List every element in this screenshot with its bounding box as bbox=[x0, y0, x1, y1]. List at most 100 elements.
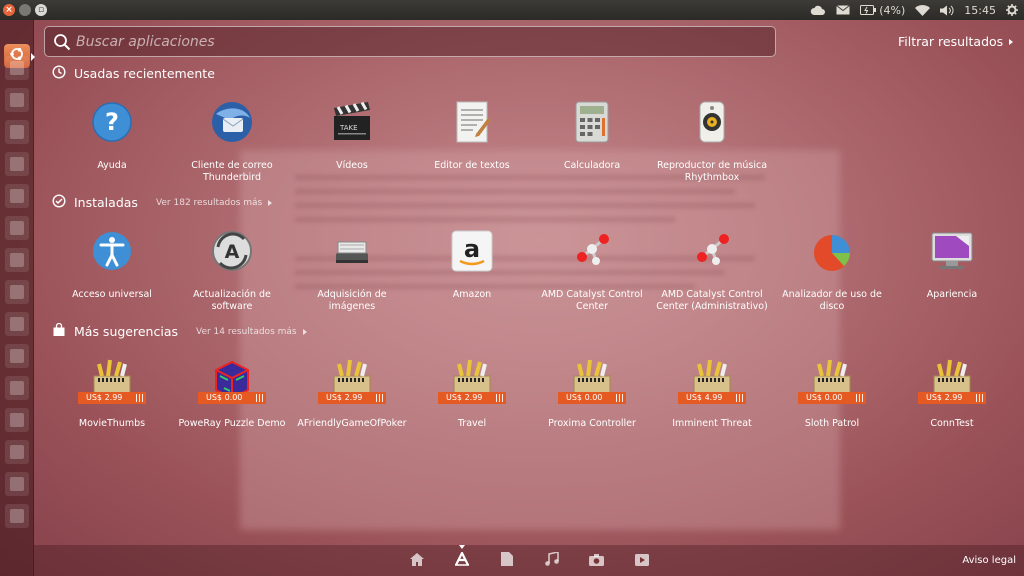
filter-results-label: Filtrar resultados bbox=[898, 34, 1004, 49]
volume-icon[interactable] bbox=[940, 5, 954, 16]
pie-chart-icon bbox=[808, 227, 856, 275]
lens-photos[interactable] bbox=[574, 545, 619, 576]
launcher-item[interactable] bbox=[5, 504, 29, 528]
clock-icon bbox=[52, 64, 66, 83]
package-icon: US$ 2.99 bbox=[78, 356, 146, 404]
app-label: Imminent Threat bbox=[672, 418, 752, 429]
app-label: Apariencia bbox=[926, 289, 978, 300]
rhythmbox-icon bbox=[688, 98, 736, 146]
package-icon: US$ 2.99 bbox=[438, 356, 506, 404]
home-icon bbox=[409, 551, 424, 570]
see-more-label: Ver 14 resultados más bbox=[196, 326, 297, 337]
lens-music[interactable] bbox=[529, 545, 574, 576]
app-tile[interactable]: Analizador de uso de disco bbox=[772, 227, 892, 313]
lens-home[interactable] bbox=[394, 545, 439, 576]
check-circle-icon bbox=[52, 193, 66, 212]
launcher-item[interactable] bbox=[5, 120, 29, 144]
suggestion-tile[interactable]: US$ 2.99 ConnTest bbox=[892, 356, 1012, 430]
maximize-window-button[interactable]: ▫ bbox=[35, 4, 47, 16]
app-label: AMD Catalyst Control Center bbox=[541, 289, 643, 312]
music-icon bbox=[544, 551, 559, 570]
search-input[interactable] bbox=[76, 29, 766, 54]
app-label: ConnTest bbox=[930, 418, 974, 429]
monitor-icon bbox=[928, 227, 976, 275]
svg-text:?: ? bbox=[105, 108, 119, 136]
battery-indicator[interactable]: (4%) bbox=[860, 4, 905, 17]
expand-arrow-icon bbox=[1009, 38, 1014, 45]
suggestion-tile[interactable]: US$ 2.99 MovieThumbs bbox=[52, 356, 172, 430]
app-tile[interactable]: A Actualización de software bbox=[172, 227, 292, 313]
package-icon: US$ 2.99 bbox=[918, 356, 986, 404]
app-label: Ayuda bbox=[97, 160, 127, 171]
price-badge: US$ 2.99 bbox=[918, 392, 986, 404]
lens-video[interactable] bbox=[619, 545, 664, 576]
see-more-installed-link[interactable]: Ver 182 resultados más bbox=[156, 198, 273, 208]
launcher-item[interactable] bbox=[5, 248, 29, 272]
lens-bar: Aviso legal bbox=[34, 545, 1024, 576]
app-label: Actualización de software bbox=[193, 289, 271, 312]
filter-results-button[interactable]: Filtrar resultados bbox=[898, 34, 1014, 49]
lens-files[interactable] bbox=[484, 545, 529, 576]
launcher-item[interactable] bbox=[5, 280, 29, 304]
help-icon: ? bbox=[88, 98, 136, 146]
app-label: Sloth Patrol bbox=[804, 418, 860, 429]
see-more-suggestions-link[interactable]: Ver 14 resultados más bbox=[196, 327, 307, 337]
calculator-icon bbox=[568, 98, 616, 146]
launcher-item[interactable] bbox=[5, 216, 29, 240]
launcher-item[interactable] bbox=[5, 56, 29, 80]
launcher-item[interactable] bbox=[5, 472, 29, 496]
minimize-window-button[interactable] bbox=[19, 4, 31, 16]
session-gear-icon[interactable] bbox=[1006, 4, 1018, 16]
video-icon bbox=[634, 551, 649, 570]
app-label: AFriendlyGameOfPoker bbox=[297, 418, 407, 429]
price-badge: US$ 0.00 bbox=[798, 392, 866, 404]
launcher-item[interactable] bbox=[5, 440, 29, 464]
app-label: Travel bbox=[457, 418, 487, 429]
app-tile[interactable]: Apariencia bbox=[892, 227, 1012, 301]
section-installed-header: Instaladas Ver 182 resultados más bbox=[52, 193, 273, 212]
price-badge: US$ 4.99 bbox=[678, 392, 746, 404]
launcher-item[interactable] bbox=[5, 312, 29, 336]
app-tile[interactable]: AMD Catalyst Control Center bbox=[532, 227, 652, 313]
app-tile[interactable]: a Amazon bbox=[412, 227, 532, 301]
launcher-item[interactable] bbox=[5, 408, 29, 432]
app-label: PoweRay Puzzle Demo bbox=[178, 418, 286, 429]
launcher-item[interactable] bbox=[5, 184, 29, 208]
suggestion-tile[interactable]: US$ 4.99 Imminent Threat bbox=[652, 356, 772, 430]
app-tile[interactable]: TAKE Vídeos bbox=[292, 98, 412, 172]
app-label: MovieThumbs bbox=[78, 418, 146, 429]
cloud-icon[interactable] bbox=[810, 5, 826, 16]
clock[interactable]: 15:45 bbox=[964, 4, 996, 17]
text-editor-icon bbox=[448, 98, 496, 146]
app-tile[interactable]: Calculadora bbox=[532, 98, 652, 172]
app-tile[interactable]: ? Ayuda bbox=[52, 98, 172, 172]
molecule-icon bbox=[568, 227, 616, 275]
app-tile[interactable]: Reproductor de música Rhythmbox bbox=[652, 98, 772, 184]
launcher-item[interactable] bbox=[5, 344, 29, 368]
launcher-item[interactable] bbox=[5, 152, 29, 176]
suggestion-tile[interactable]: US$ 0.00 PoweRay Puzzle Demo bbox=[172, 356, 292, 430]
svg-text:TAKE: TAKE bbox=[339, 124, 358, 132]
app-tile[interactable]: Adquisición de imágenes bbox=[292, 227, 412, 313]
app-tile[interactable]: AMD Catalyst Control Center (Administrat… bbox=[652, 227, 772, 313]
suggestion-tile[interactable]: US$ 0.00 Proxima Controller bbox=[532, 356, 652, 430]
launcher bbox=[0, 20, 35, 576]
launcher-item[interactable] bbox=[5, 376, 29, 400]
expand-arrow-icon bbox=[268, 199, 273, 206]
app-tile[interactable]: Cliente de correo Thunderbird bbox=[172, 98, 292, 184]
suggestion-tile[interactable]: US$ 2.99 Travel bbox=[412, 356, 532, 430]
app-tile[interactable]: Acceso universal bbox=[52, 227, 172, 301]
wifi-icon[interactable] bbox=[915, 4, 931, 16]
mail-icon[interactable] bbox=[836, 5, 851, 15]
close-window-button[interactable]: × bbox=[3, 4, 15, 16]
legal-notice-link[interactable]: Aviso legal bbox=[962, 555, 1016, 566]
app-tile[interactable]: Editor de textos bbox=[412, 98, 532, 172]
suggestion-tile[interactable]: US$ 2.99 AFriendlyGameOfPoker bbox=[292, 356, 412, 430]
section-title: Usadas recientemente bbox=[74, 66, 215, 81]
accessibility-icon bbox=[88, 227, 136, 275]
launcher-item[interactable] bbox=[5, 88, 29, 112]
suggestion-tile[interactable]: US$ 0.00 Sloth Patrol bbox=[772, 356, 892, 430]
top-panel: × ▫ (4%) 15:45 bbox=[0, 0, 1024, 20]
section-recent-header: Usadas recientemente bbox=[52, 64, 215, 83]
lens-applications[interactable] bbox=[439, 545, 484, 576]
